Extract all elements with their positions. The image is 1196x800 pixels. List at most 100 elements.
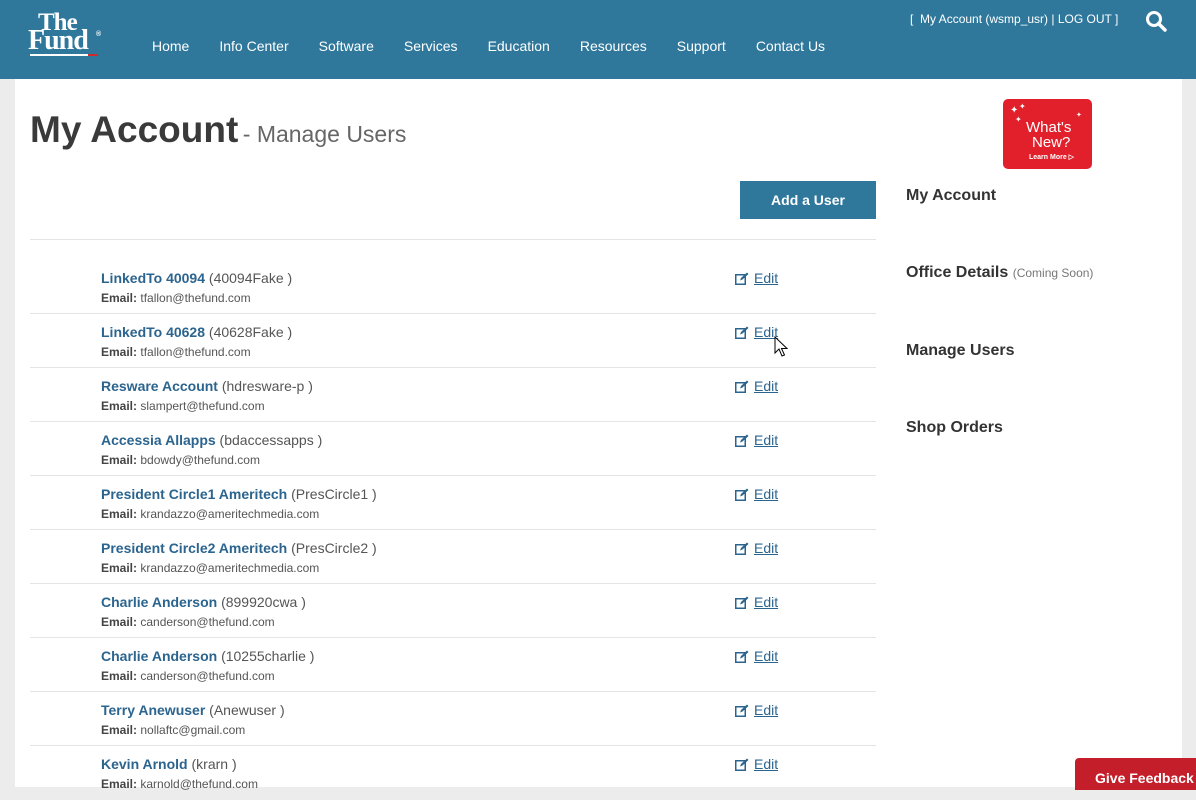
edit-user-link[interactable]: Edit bbox=[735, 648, 778, 664]
edit-user-link[interactable]: Edit bbox=[735, 702, 778, 718]
nav-resources[interactable]: Resources bbox=[565, 38, 662, 54]
list-divider bbox=[30, 239, 876, 240]
user-email-value: krandazzo@ameritechmedia.com bbox=[140, 561, 320, 575]
user-username: (40094Fake ) bbox=[208, 270, 293, 286]
user-display-name[interactable]: President Circle2 Ameritech bbox=[101, 540, 287, 556]
edit-user-link[interactable]: Edit bbox=[735, 594, 778, 610]
logout-link[interactable]: LOG OUT bbox=[1058, 12, 1112, 26]
user-email: Email: tfallon@thefund.com bbox=[101, 345, 251, 359]
nav-software[interactable]: Software bbox=[304, 38, 389, 54]
sidebar-item-shop-orders[interactable]: Shop Orders bbox=[906, 419, 1003, 437]
user-email-value: bdowdy@thefund.com bbox=[140, 453, 260, 467]
user-email: Email: krandazzo@ameritechmedia.com bbox=[101, 561, 319, 575]
nav-services[interactable]: Services bbox=[389, 38, 473, 54]
sidebar-item-manage-users[interactable]: Manage Users bbox=[906, 342, 1015, 360]
user-email: Email: karnold@thefund.com bbox=[101, 777, 258, 791]
sparkle-icon: ✦ bbox=[1015, 115, 1022, 124]
edit-label: Edit bbox=[754, 648, 779, 664]
user-email-value: karnold@thefund.com bbox=[140, 777, 258, 791]
whats-new-banner[interactable]: ✦ ✦ ✦ ✦ What's New? Learn More ▷ bbox=[1003, 99, 1092, 169]
give-feedback-button[interactable]: Give Feedback bbox=[1075, 758, 1196, 790]
edit-icon bbox=[735, 704, 749, 717]
edit-icon bbox=[735, 326, 749, 339]
edit-icon bbox=[735, 596, 749, 609]
nav-support[interactable]: Support bbox=[662, 38, 741, 54]
top-navigation-bar: The Fund ® Home Info Center Software Ser… bbox=[0, 0, 1196, 79]
email-label: Email: bbox=[101, 345, 138, 359]
edit-user-link[interactable]: Edit bbox=[735, 324, 778, 340]
user-email: Email: krandazzo@ameritechmedia.com bbox=[101, 507, 319, 521]
user-name: President Circle1 Ameritech (PresCircle1… bbox=[101, 486, 377, 502]
user-display-name[interactable]: Resware Account bbox=[101, 378, 218, 394]
user-username: (PresCircle2 ) bbox=[291, 540, 377, 556]
user-email: Email: nollaftc@gmail.com bbox=[101, 723, 245, 737]
sidebar-item-office-details[interactable]: Office Details (Coming Soon) bbox=[906, 264, 1093, 282]
user-display-name[interactable]: Accessia Allapps bbox=[101, 432, 216, 448]
user-email-value: tfallon@thefund.com bbox=[140, 345, 251, 359]
logo-underline bbox=[30, 54, 98, 56]
email-label: Email: bbox=[101, 723, 138, 737]
edit-user-link[interactable]: Edit bbox=[735, 432, 778, 448]
email-label: Email: bbox=[101, 507, 138, 521]
nav-home[interactable]: Home bbox=[137, 38, 204, 54]
sparkle-icon: ✦ bbox=[1076, 112, 1082, 119]
mouse-cursor-icon bbox=[774, 336, 788, 357]
page-title: My Account - Manage Users bbox=[30, 109, 406, 151]
user-name: Kevin Arnold (krarn ) bbox=[101, 756, 237, 772]
edit-icon bbox=[735, 758, 749, 771]
my-account-link[interactable]: My Account (wsmp_usr) bbox=[920, 12, 1048, 26]
user-name: Terry Anewuser (Anewuser ) bbox=[101, 702, 285, 718]
user-display-name[interactable]: LinkedTo 40094 bbox=[101, 270, 205, 286]
edit-label: Edit bbox=[754, 432, 779, 448]
edit-label: Edit bbox=[754, 378, 779, 394]
user-username: (Anewuser ) bbox=[209, 702, 285, 718]
user-email-value: tfallon@thefund.com bbox=[140, 291, 251, 305]
edit-user-link[interactable]: Edit bbox=[735, 486, 778, 502]
table-row: Charlie Anderson (899920cwa ) Email: cand… bbox=[30, 584, 876, 638]
user-name: Charlie Anderson (899920cwa ) bbox=[101, 594, 306, 610]
email-label: Email: bbox=[101, 291, 138, 305]
user-display-name[interactable]: Kevin Arnold bbox=[101, 756, 188, 772]
user-username: (899920cwa ) bbox=[221, 594, 306, 610]
sidebar-item-my-account[interactable]: My Account bbox=[906, 187, 996, 205]
edit-icon bbox=[735, 380, 749, 393]
email-label: Email: bbox=[101, 615, 138, 629]
user-display-name[interactable]: President Circle1 Ameritech bbox=[101, 486, 287, 502]
edit-icon bbox=[735, 434, 749, 447]
user-display-name[interactable]: Charlie Anderson bbox=[101, 648, 217, 664]
edit-label: Edit bbox=[754, 540, 779, 556]
edit-user-link[interactable]: Edit bbox=[735, 756, 778, 772]
user-display-name[interactable]: Terry Anewuser bbox=[101, 702, 205, 718]
edit-icon bbox=[735, 650, 749, 663]
email-label: Email: bbox=[101, 777, 138, 791]
edit-icon bbox=[735, 488, 749, 501]
user-display-name[interactable]: LinkedTo 40628 bbox=[101, 324, 205, 340]
account-links: [ My Account (wsmp_usr) | LOG OUT ] bbox=[910, 12, 1118, 26]
table-row: Accessia Allapps (bdaccessapps ) Email: b… bbox=[30, 422, 876, 476]
nav-contact-us[interactable]: Contact Us bbox=[741, 38, 840, 54]
logo-registered-mark: ® bbox=[96, 31, 102, 38]
user-display-name[interactable]: Charlie Anderson bbox=[101, 594, 217, 610]
table-row: Kevin Arnold (krarn ) Email: karnold@thef… bbox=[30, 746, 876, 800]
account-separator: | bbox=[1051, 12, 1055, 26]
edit-user-link[interactable]: Edit bbox=[735, 540, 778, 556]
email-label: Email: bbox=[101, 399, 138, 413]
user-username: (bdaccessapps ) bbox=[219, 432, 323, 448]
edit-user-link[interactable]: Edit bbox=[735, 270, 778, 286]
user-username: (40628Fake ) bbox=[208, 324, 293, 340]
search-icon[interactable] bbox=[1145, 10, 1167, 32]
the-fund-logo[interactable]: The Fund ® bbox=[28, 10, 104, 58]
user-email: Email: canderson@thefund.com bbox=[101, 669, 275, 683]
edit-user-link[interactable]: Edit bbox=[735, 378, 778, 394]
user-email-value: nollaftc@gmail.com bbox=[140, 723, 246, 737]
email-label: Email: bbox=[101, 453, 138, 467]
table-row: LinkedTo 40094 (40094Fake ) Email: tfallo… bbox=[30, 260, 876, 314]
add-user-button[interactable]: Add a User bbox=[740, 181, 876, 219]
user-name: LinkedTo 40628 (40628Fake ) bbox=[101, 324, 292, 340]
user-username: (10255charlie ) bbox=[221, 648, 315, 664]
user-email: Email: bdowdy@thefund.com bbox=[101, 453, 260, 467]
nav-education[interactable]: Education bbox=[473, 38, 565, 54]
edit-label: Edit bbox=[754, 594, 779, 610]
nav-info-center[interactable]: Info Center bbox=[204, 38, 303, 54]
user-username: (hdresware-p ) bbox=[221, 378, 313, 394]
